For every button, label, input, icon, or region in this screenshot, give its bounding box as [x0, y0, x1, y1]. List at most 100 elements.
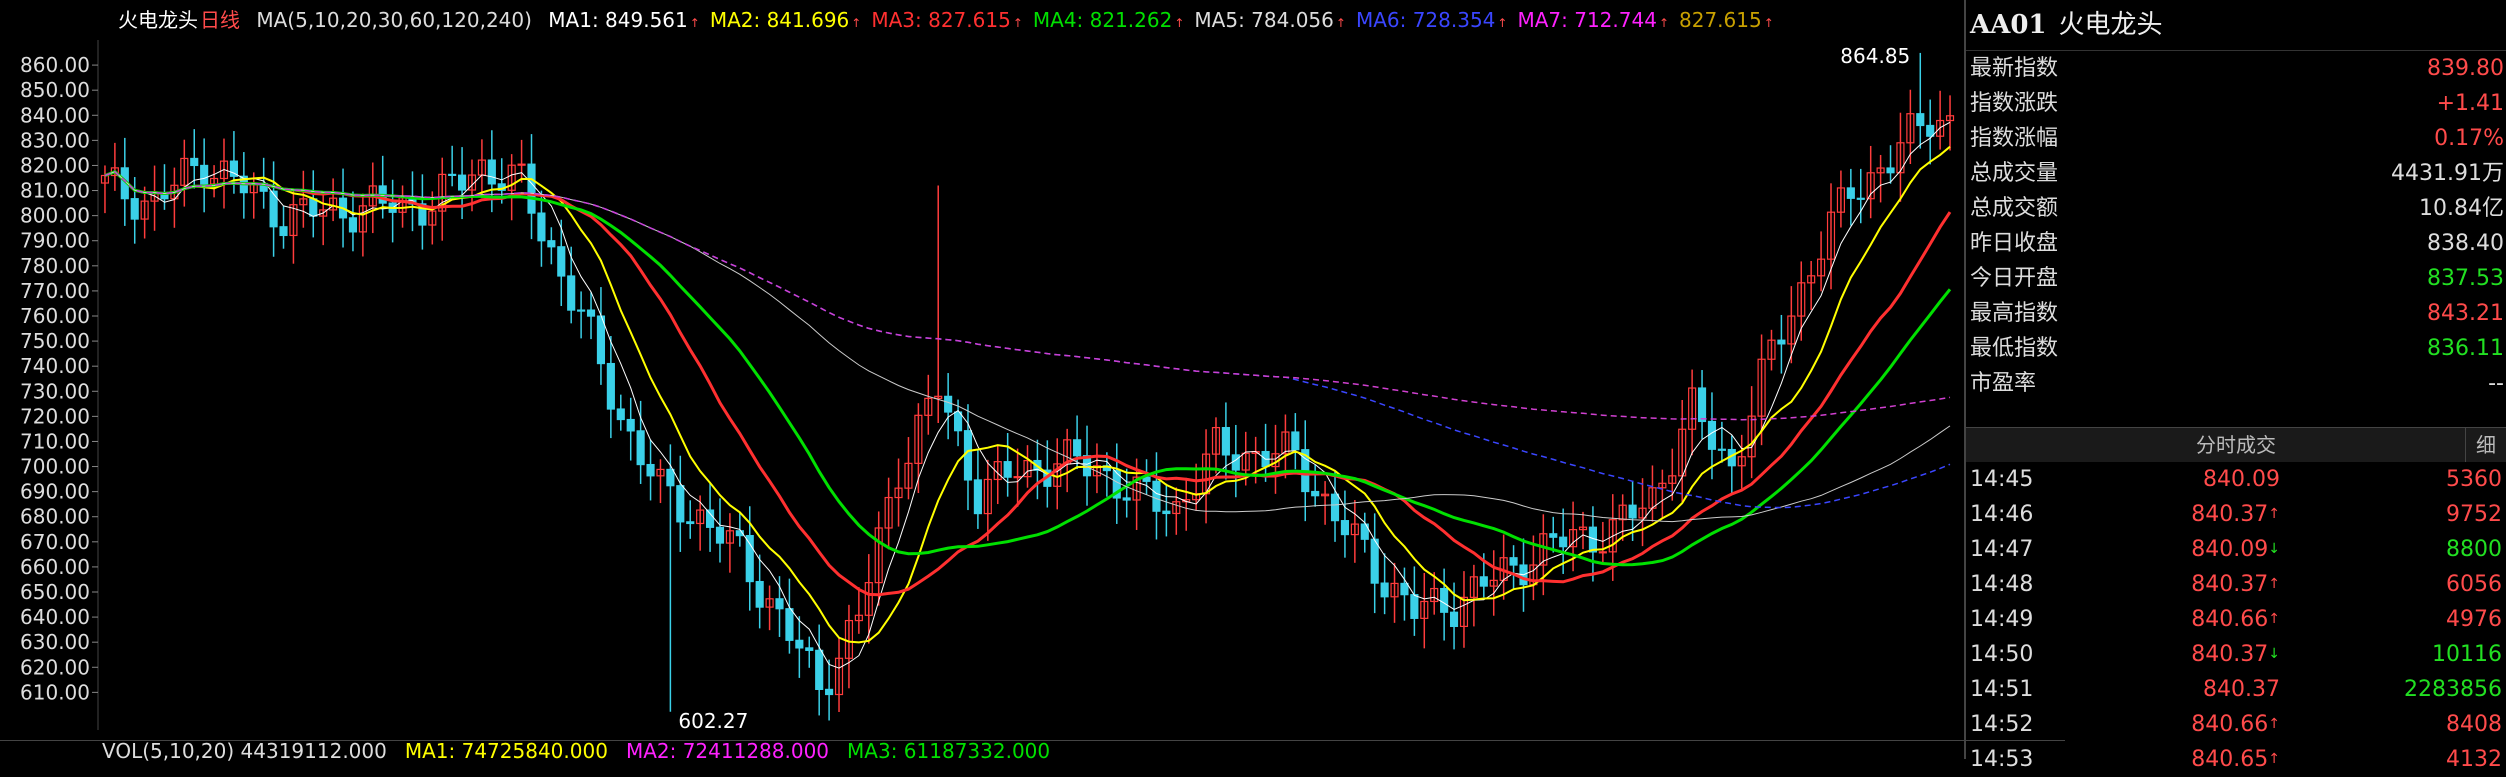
tick-row[interactable]: 14:49 840.66↑ 4976 [1966, 602, 2506, 637]
candle-body [1340, 520, 1350, 536]
tick-volume: 2283856 [2404, 677, 2502, 702]
y-tick-label: 760.00 [20, 304, 90, 328]
tick-row[interactable]: 14:50 840.37↓ 10116 [1966, 637, 2506, 672]
tick-volume: 8800 [2446, 537, 2502, 562]
y-tick-label: 830.00 [20, 128, 90, 152]
quote-row: 昨日收盘 838.40 [1966, 226, 2506, 261]
quote-row: 总成交额 10.84亿 [1966, 191, 2506, 226]
candle-body [616, 408, 625, 421]
candle-body [1311, 490, 1320, 497]
candle-body [805, 647, 814, 651]
candle-body [348, 217, 358, 233]
ticks-list[interactable]: 14:45 840.09 5360 14:46 840.37↑ 9752 14:47 840.… [1966, 462, 2506, 777]
chart-header: 火电龙头 日线 MA(5,10,20,30,60,120,240) MA1: 84… [0, 0, 1963, 40]
ma-up-arrow-icon: ↑ [1012, 16, 1023, 30]
y-tick-label: 610.00 [20, 680, 90, 704]
kline-chart-area[interactable]: 860.00 850.00 840.00 830.00 820.00 810.00 800.… [0, 0, 2065, 761]
tick-row[interactable]: 14:53 840.65↑ 4132 [1966, 742, 2506, 777]
detail-toggle-button[interactable]: 细 [2465, 428, 2506, 462]
tick-price: 840.65↑ [2191, 747, 2280, 772]
quote-row: 最新指数 839.80 [1966, 51, 2506, 86]
candle-body [448, 173, 457, 176]
candle-body [1152, 480, 1161, 512]
ma-up-arrow-icon: ↑ [689, 16, 700, 30]
candle-body [1162, 510, 1171, 515]
ticks-title: 分时成交 [2196, 433, 2276, 457]
vol-ma-value-3: MA3: 61187332.000 [847, 739, 1051, 763]
tick-arrow-icon: ↑ [2268, 751, 2280, 767]
tick-row[interactable]: 14:46 840.37↑ 9752 [1966, 497, 2506, 532]
quote-row: 最低指数 836.11 [1966, 331, 2506, 366]
tick-volume: 9752 [2446, 502, 2502, 527]
ma-values: MA1: 849.561 ↑ MA2: 841.696 ↑ MA3: 827.615 ↑ M… [540, 8, 1776, 32]
candle-body [577, 309, 586, 312]
candle-body [1440, 587, 1449, 613]
tick-time: 14:48 [1970, 572, 2034, 597]
ma-value-3: MA3: 827.615 [871, 8, 1011, 32]
quote-label: 市盈率 [1970, 371, 2037, 396]
candle-body [1073, 439, 1082, 457]
y-tick-label: 780.00 [20, 254, 90, 278]
candle-body [1856, 197, 1865, 200]
ma-value-5: MA5: 784.056 [1194, 8, 1334, 32]
candle-body [686, 521, 695, 525]
candle-body [1122, 497, 1131, 501]
candle-body [1628, 504, 1637, 519]
y-tick-label: 750.00 [20, 329, 90, 353]
tick-price: 840.09 [2203, 467, 2280, 492]
ma-line-3 [104, 169, 1952, 597]
quote-value: 4431.91万 [2391, 161, 2504, 186]
candle-body [944, 395, 953, 413]
y-tick-label: 810.00 [20, 179, 90, 203]
tick-row[interactable]: 14:48 840.37↑ 6056 [1966, 567, 2506, 602]
tick-volume: 4132 [2446, 747, 2502, 772]
y-tick-label: 730.00 [20, 379, 90, 403]
tick-row[interactable]: 14:51 840.37 2283856 [1966, 672, 2506, 707]
candle-body [1400, 582, 1409, 596]
ma-up-arrow-icon: ↑ [1335, 16, 1346, 30]
kline-chart[interactable]: 860.00850.00840.00830.00820.00810.00800.… [0, 0, 1963, 740]
quote-row: 指数涨跌 +1.41 [1966, 86, 2506, 121]
quote-value: 0.17% [2434, 126, 2504, 151]
ticks-header: 分时成交 细 [1966, 427, 2506, 462]
candle-body [557, 246, 566, 277]
tick-time: 14:53 [1970, 747, 2034, 772]
quote-label: 最低指数 [1970, 336, 2059, 361]
tick-time: 14:51 [1970, 677, 2034, 702]
tick-volume: 8408 [2446, 712, 2502, 737]
tick-row[interactable]: 14:52 840.66↑ 8408 [1966, 707, 2506, 742]
y-tick-label: 680.00 [20, 505, 90, 529]
candle-body [963, 430, 973, 481]
tick-row[interactable]: 14:45 840.09 5360 [1966, 462, 2506, 497]
tick-time: 14:49 [1970, 607, 2034, 632]
y-tick-label: 720.00 [20, 404, 90, 428]
ma-value-4: MA4: 821.262 [1032, 8, 1173, 32]
candle-body [1003, 461, 1012, 478]
y-tick-label: 790.00 [20, 229, 90, 253]
candle-body [1380, 582, 1389, 598]
candle-body [626, 418, 635, 432]
candle-body [458, 174, 467, 191]
y-tick-label: 640.00 [20, 605, 90, 629]
period-label[interactable]: 日线 [200, 8, 240, 32]
tick-time: 14:45 [1970, 467, 2034, 492]
candle-body [200, 164, 209, 185]
quote-row: 最高指数 843.21 [1966, 296, 2506, 331]
candle-body [1717, 448, 1726, 451]
candle-body [646, 463, 655, 477]
candle-body [1509, 557, 1518, 566]
ma-up-arrow-icon: ↑ [851, 16, 862, 30]
quote-value: 839.80 [2427, 56, 2504, 81]
ma-up-arrow-icon: ↑ [1763, 16, 1774, 30]
quote-value: 836.11 [2427, 336, 2504, 361]
y-tick-label: 820.00 [20, 153, 90, 177]
candle-body [953, 411, 963, 432]
candle-body [815, 649, 824, 690]
tick-row[interactable]: 14:47 840.09↓ 8800 [1966, 532, 2506, 567]
quote-label: 总成交量 [1970, 161, 2059, 186]
candle-body [1598, 551, 1607, 554]
tick-price: 840.66↑ [2191, 712, 2280, 737]
quote-value: 838.40 [2427, 231, 2504, 256]
candle-body [1370, 538, 1379, 584]
tick-time: 14:52 [1970, 712, 2034, 737]
